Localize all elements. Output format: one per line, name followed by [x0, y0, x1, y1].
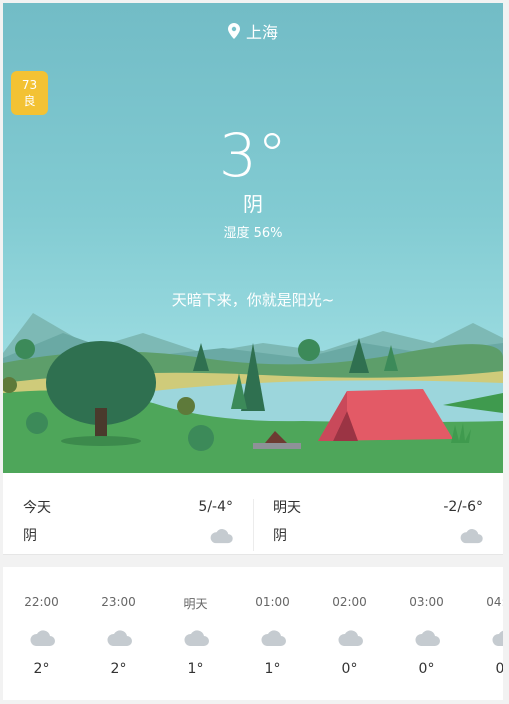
- landscape-illustration: [3, 313, 503, 473]
- forecast-today[interactable]: 今天 5/-4° 阴: [3, 473, 253, 554]
- hourly-temp: 2°: [110, 661, 127, 677]
- current-temperature: 3°: [218, 121, 288, 191]
- hourly-temp: 1°: [187, 661, 204, 677]
- forecast-range: -2/-6°: [443, 499, 483, 515]
- cloud-icon: [183, 630, 209, 646]
- hourly-item: 23:00 2°: [80, 567, 157, 677]
- hourly-time: 明天: [183, 597, 208, 611]
- forecast-range: 5/-4°: [198, 499, 233, 515]
- current-condition: 阴: [243, 192, 263, 216]
- hourly-item: 04:00 0°: [465, 567, 503, 677]
- cloud-icon: [210, 529, 233, 544]
- location-pin-icon: [227, 23, 240, 39]
- tagline: 天暗下来，你就是阳光~: [171, 291, 335, 309]
- hourly-time: 02:00: [332, 595, 367, 609]
- hourly-time: 22:00: [24, 595, 59, 609]
- cloud-icon: [106, 630, 132, 646]
- aqi-badge[interactable]: 73 良: [11, 71, 48, 115]
- forecast-condition: 阴: [273, 528, 287, 544]
- hourly-temp: 0°: [418, 661, 435, 677]
- hourly-forecast[interactable]: 22:00 2° 23:00 2° 明天 1° 01:00 1° 02:00 0…: [3, 567, 503, 700]
- weather-hero: 上海 73 良 3° 阴 湿度 56% 天暗下来，你就是阳光~: [3, 3, 503, 473]
- hourly-item: 03:00 0°: [388, 567, 465, 677]
- hourly-item: 22:00 2°: [3, 567, 80, 677]
- hourly-temp: 1°: [264, 661, 281, 677]
- daily-forecast: 今天 5/-4° 阴 明天 -2/-6° 阴: [3, 473, 503, 555]
- city-name: 上海: [245, 23, 278, 42]
- hourly-temp: 0°: [341, 661, 358, 677]
- hourly-item: 01:00 1°: [234, 567, 311, 677]
- location[interactable]: 上海: [3, 19, 503, 43]
- cloud-icon: [492, 630, 503, 646]
- forecast-day-label: 明天: [273, 500, 301, 516]
- hourly-temp: 2°: [33, 661, 50, 677]
- hourly-temp: 0°: [495, 661, 503, 677]
- aqi-level: 良: [23, 94, 36, 108]
- cloud-icon: [260, 630, 286, 646]
- hourly-time: 03:00: [409, 595, 444, 609]
- hourly-time: 04:00: [486, 595, 503, 609]
- cloud-icon: [337, 630, 363, 646]
- cloud-icon: [460, 529, 483, 544]
- aqi-value: 73: [21, 78, 38, 92]
- forecast-tomorrow[interactable]: 明天 -2/-6° 阴: [253, 473, 503, 554]
- hourly-time: 01:00: [255, 595, 290, 609]
- humidity: 湿度 56%: [223, 226, 283, 241]
- cloud-icon: [414, 630, 440, 646]
- cloud-icon: [29, 630, 55, 646]
- forecast-day-label: 今天: [23, 500, 51, 516]
- hourly-item: 明天 1°: [157, 567, 234, 677]
- hourly-time: 23:00: [101, 595, 136, 609]
- hourly-item: 02:00 0°: [311, 567, 388, 677]
- forecast-condition: 阴: [23, 528, 37, 544]
